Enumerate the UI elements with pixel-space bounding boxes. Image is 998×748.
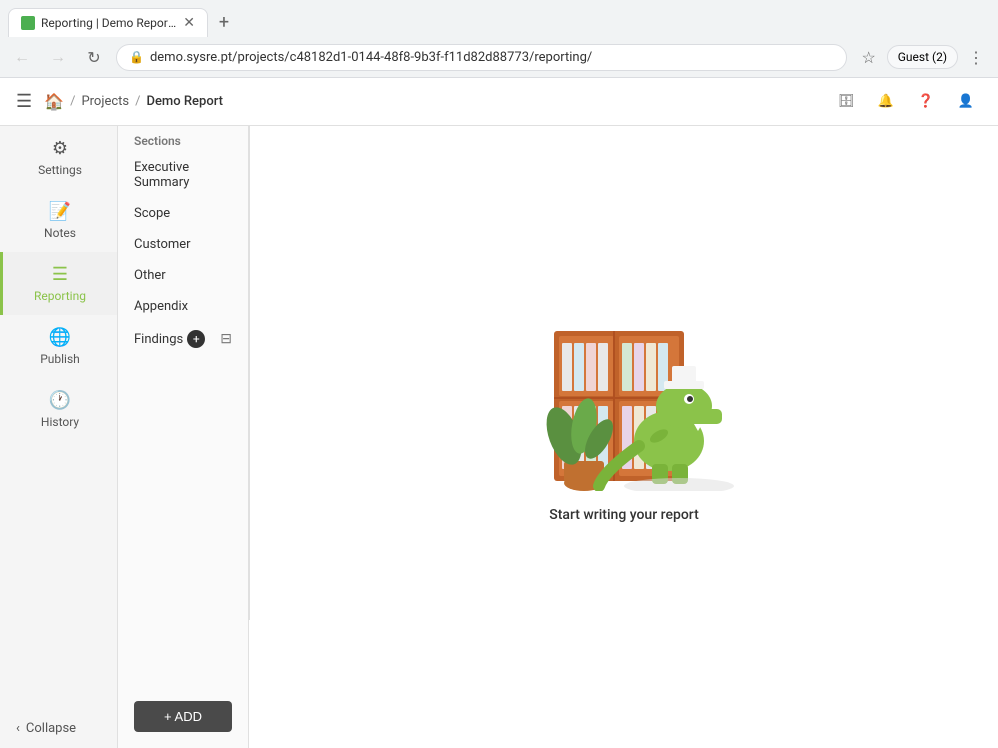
- home-icon[interactable]: 🏠: [44, 92, 64, 111]
- section-scope[interactable]: Scope: [118, 198, 248, 229]
- help-button[interactable]: ❓: [910, 86, 942, 118]
- sidebar-label-notes: Notes: [44, 226, 76, 240]
- add-button[interactable]: + ADD: [134, 701, 232, 732]
- sidebar-item-notes[interactable]: 📝 Notes: [0, 189, 117, 252]
- notifications-button[interactable]: 🔔: [870, 86, 902, 118]
- breadcrumb: 🏠 / Projects / Demo Report: [44, 92, 223, 111]
- sidebar-item-settings[interactable]: ⚙ Settings: [0, 126, 117, 189]
- archive-button[interactable]: 🗄: [830, 86, 862, 118]
- bell-icon: 🔔: [878, 94, 894, 109]
- bookmark-button[interactable]: ☆: [855, 43, 883, 71]
- add-finding-button[interactable]: +: [187, 330, 205, 348]
- tab-close-btn[interactable]: ✕: [183, 15, 195, 31]
- user-icon: 👤: [958, 94, 974, 109]
- tab-title: Reporting | Demo Report | S...: [41, 16, 177, 30]
- sidebar-label-reporting: Reporting: [34, 289, 86, 303]
- back-button[interactable]: ←: [8, 43, 36, 71]
- dino-illustration: [504, 271, 744, 491]
- sort-findings-button[interactable]: ⊟: [220, 331, 232, 347]
- help-icon: ❓: [918, 94, 934, 109]
- findings-label: Findings: [134, 332, 183, 347]
- notes-icon: 📝: [49, 201, 71, 222]
- empty-state: Start writing your report: [504, 271, 744, 523]
- hamburger-icon[interactable]: ☰: [16, 91, 32, 112]
- archive-icon: 🗄: [838, 94, 855, 109]
- breadcrumb-sep-1: /: [70, 94, 75, 109]
- sidebar-label-history: History: [41, 415, 79, 429]
- section-executive-summary[interactable]: Executive Summary: [118, 152, 248, 198]
- breadcrumb-projects[interactable]: Projects: [81, 94, 129, 109]
- sidebar-item-history[interactable]: 🕐 History: [0, 378, 117, 441]
- collapse-chevron-icon: ‹: [16, 721, 20, 736]
- collapse-button[interactable]: ‹ Collapse: [0, 709, 117, 748]
- main-content: Start writing your report: [250, 126, 998, 620]
- section-appendix[interactable]: Appendix: [118, 291, 248, 322]
- breadcrumb-sep-2: /: [135, 94, 140, 109]
- sidebar-label-publish: Publish: [40, 352, 80, 366]
- add-button-label: + ADD: [164, 709, 202, 724]
- sidebar-label-settings: Settings: [38, 163, 82, 177]
- empty-state-text: Start writing your report: [549, 507, 698, 523]
- guest-label: Guest (2): [898, 50, 947, 64]
- user-button[interactable]: 👤: [950, 86, 982, 118]
- tab-favicon: [21, 16, 35, 30]
- section-customer[interactable]: Customer: [118, 229, 248, 260]
- collapse-label: Collapse: [26, 721, 76, 736]
- lock-icon: 🔒: [129, 50, 144, 64]
- history-icon: 🕐: [49, 390, 71, 411]
- sidebar-item-reporting[interactable]: ☰ Reporting: [0, 252, 117, 315]
- more-options-button[interactable]: ⋮: [962, 43, 990, 71]
- breadcrumb-current: Demo Report: [146, 94, 222, 109]
- new-tab-button[interactable]: +: [212, 11, 236, 35]
- section-other[interactable]: Other: [118, 260, 248, 291]
- sidebar-item-publish[interactable]: 🌐 Publish: [0, 315, 117, 378]
- findings-row: Findings + ⊟: [118, 322, 248, 356]
- publish-icon: 🌐: [49, 327, 71, 348]
- profile-button[interactable]: Guest (2): [887, 45, 958, 69]
- address-bar[interactable]: 🔒 demo.sysre.pt/projects/c48182d1-0144-4…: [116, 44, 847, 71]
- active-tab[interactable]: Reporting | Demo Report | S... ✕: [8, 8, 208, 37]
- url-text: demo.sysre.pt/projects/c48182d1-0144-48f…: [150, 50, 592, 65]
- forward-button[interactable]: →: [44, 43, 72, 71]
- refresh-button[interactable]: ↻: [80, 43, 108, 71]
- settings-icon: ⚙: [52, 138, 68, 159]
- reporting-icon: ☰: [52, 264, 68, 285]
- sections-header: Sections: [118, 126, 248, 152]
